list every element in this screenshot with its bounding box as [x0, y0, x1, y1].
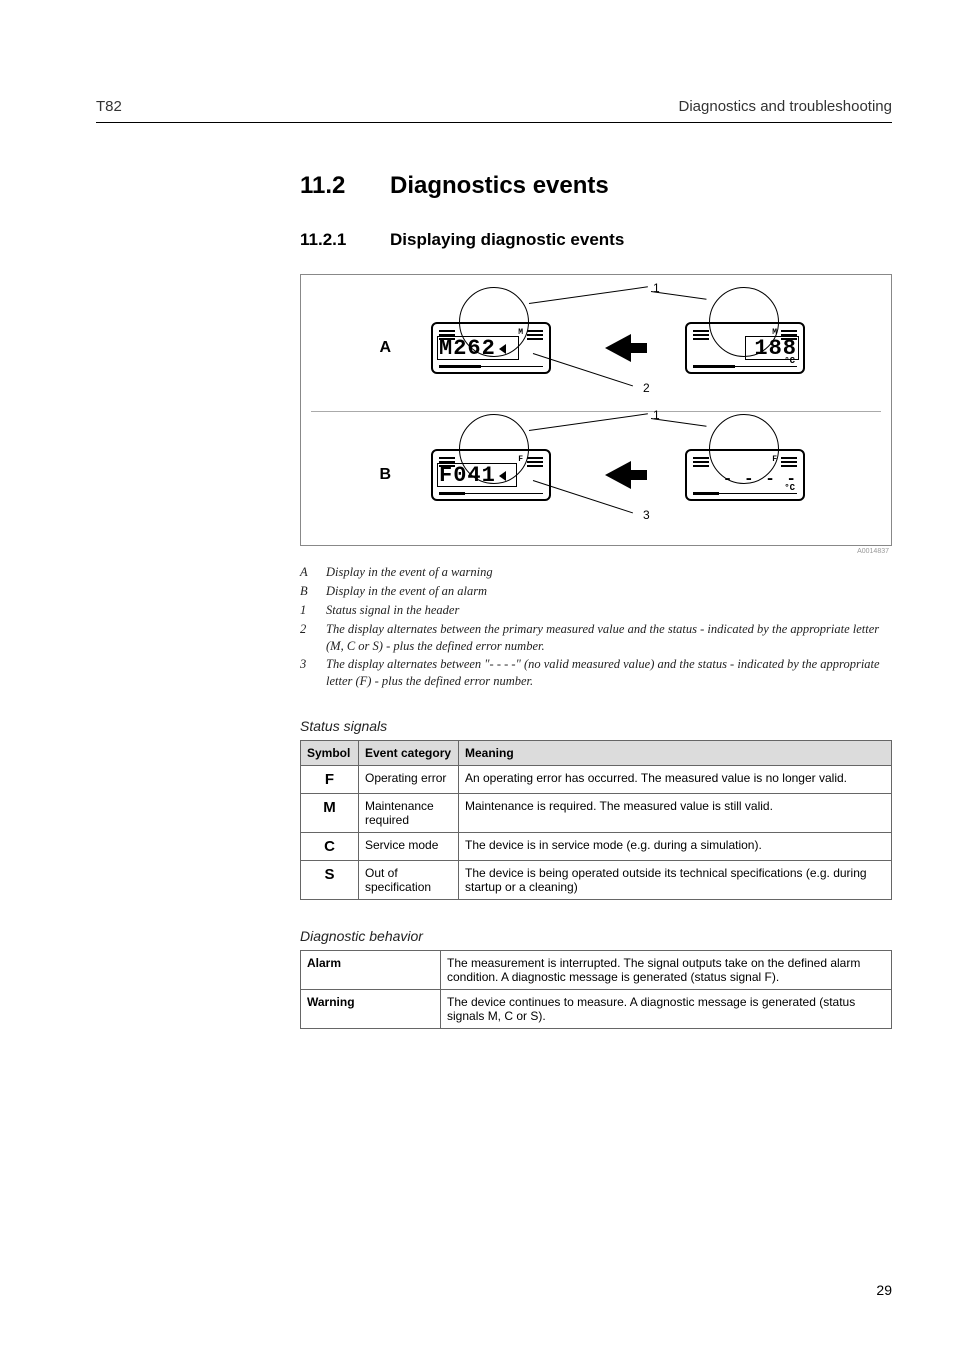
cell-category: Maintenance required	[359, 794, 459, 833]
cell-symbol: M	[301, 794, 359, 833]
cell-meaning: An operating error has occurred. The mea…	[459, 766, 892, 794]
highlight-box	[437, 463, 517, 487]
lcd-b-right: F - - - - °C	[685, 449, 805, 501]
figure-label-b: B	[311, 466, 421, 484]
table-row: S Out of specification The device is bei…	[301, 861, 892, 900]
lcd-a-left: M M262	[431, 322, 551, 374]
table-row: F Operating error An operating error has…	[301, 766, 892, 794]
caption-key: 3	[300, 656, 326, 690]
cell-category: Service mode	[359, 833, 459, 861]
cell-category: Out of specification	[359, 861, 459, 900]
th-symbol: Symbol	[301, 741, 359, 766]
cell-category: Operating error	[359, 766, 459, 794]
caption-val: The display alternates between "- - - -"…	[326, 656, 892, 690]
table-row: M Maintenance required Maintenance is re…	[301, 794, 892, 833]
figure-row-b: B F F041 F - - - - °C	[311, 420, 881, 530]
subsection-number: 11.2.1	[300, 230, 390, 250]
figure-row-a: A M M262 M 188 °C	[311, 293, 881, 403]
th-category: Event category	[359, 741, 459, 766]
cell-symbol: S	[301, 861, 359, 900]
header-left: T82	[96, 98, 122, 115]
caption-val: Display in the event of a warning	[326, 564, 892, 581]
page-header: T82 Diagnostics and troubleshooting	[96, 98, 892, 115]
callout-1b: 1	[653, 408, 660, 422]
callout-3: 3	[643, 508, 650, 522]
leader-line	[529, 286, 648, 304]
header-rule	[96, 122, 892, 123]
table-row: C Service mode The device is in service …	[301, 833, 892, 861]
figure-divider	[311, 411, 881, 412]
cell-symbol: F	[301, 766, 359, 794]
highlight-box	[437, 336, 519, 360]
diag-behavior-table: Alarm The measurement is interrupted. Th…	[300, 950, 892, 1029]
lcd-b-right-flag: F	[772, 455, 777, 464]
table-row: Warning The device continues to measure.…	[301, 990, 892, 1029]
subsection-heading: 11.2.1Displaying diagnostic events	[300, 230, 892, 250]
caption-key: 2	[300, 621, 326, 655]
section-title: Diagnostics events	[390, 172, 609, 199]
cell-val: The measurement is interrupted. The sign…	[441, 951, 892, 990]
callout-1: 1	[653, 281, 660, 295]
caption-key: A	[300, 564, 326, 581]
figure-container: A M M262 M 188 °C	[300, 274, 892, 546]
cell-val: The device continues to measure. A diagn…	[441, 990, 892, 1029]
caption-key: B	[300, 583, 326, 600]
figure-id: A0014837	[857, 548, 889, 555]
section-heading: 11.2Diagnostics events	[300, 172, 892, 200]
cell-meaning: Maintenance is required. The measured va…	[459, 794, 892, 833]
lcd-a-right: M 188 °C	[685, 322, 805, 374]
table-header-row: Symbol Event category Meaning	[301, 741, 892, 766]
caption-val: The display alternates between the prima…	[326, 621, 892, 655]
figure-label-a: A	[311, 339, 421, 357]
diag-behavior-heading: Diagnostic behavior	[300, 928, 892, 944]
status-signals-table: Symbol Event category Meaning F Operatin…	[300, 740, 892, 900]
caption-val: Status signal in the header	[326, 602, 892, 619]
main-content: 11.2Diagnostics events 11.2.1Displaying …	[300, 172, 892, 1029]
cell-key: Warning	[301, 990, 441, 1029]
cell-meaning: The device is in service mode (e.g. duri…	[459, 833, 892, 861]
callout-2: 2	[643, 381, 650, 395]
section-number: 11.2	[300, 172, 390, 200]
leader-line	[529, 413, 648, 431]
arrow-left-icon	[605, 461, 631, 489]
cell-symbol: C	[301, 833, 359, 861]
arrow-left-icon	[605, 334, 631, 362]
table-row: Alarm The measurement is interrupted. Th…	[301, 951, 892, 990]
caption-key: 1	[300, 602, 326, 619]
th-meaning: Meaning	[459, 741, 892, 766]
figure-caption: ADisplay in the event of a warning BDisp…	[300, 564, 892, 690]
status-signals-heading: Status signals	[300, 718, 892, 734]
highlight-box	[745, 336, 799, 360]
caption-val: Display in the event of an alarm	[326, 583, 892, 600]
subsection-title: Displaying diagnostic events	[390, 230, 624, 249]
lcd-b-left: F F041	[431, 449, 551, 501]
page-number: 29	[876, 1282, 892, 1298]
lcd-b-left-flag: F	[518, 455, 523, 464]
cell-meaning: The device is being operated outside its…	[459, 861, 892, 900]
cell-key: Alarm	[301, 951, 441, 990]
header-right: Diagnostics and troubleshooting	[679, 98, 892, 115]
